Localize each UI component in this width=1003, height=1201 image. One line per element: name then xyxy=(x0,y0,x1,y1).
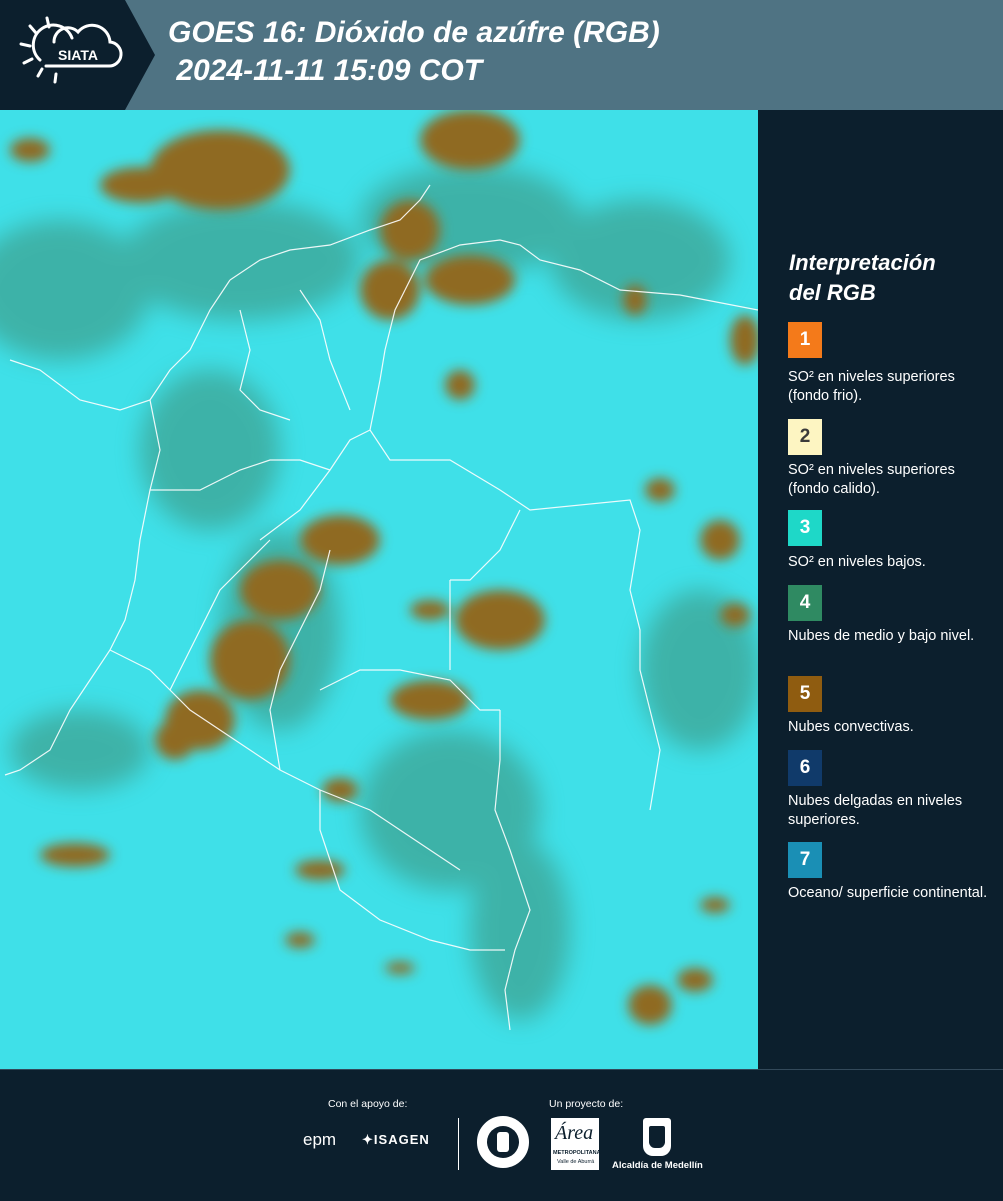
support-label: Con el apoyo de: xyxy=(328,1098,408,1110)
svg-text:SIATA: SIATA xyxy=(58,47,98,63)
medellin-seal-icon xyxy=(477,1116,529,1168)
legend-swatch-3: 3 xyxy=(788,510,822,546)
footer-divider xyxy=(458,1118,459,1170)
legend-swatch-2: 2 xyxy=(788,419,822,455)
legend-description-7: Oceano/ superficie continental. xyxy=(788,885,988,901)
legend-swatch-5: 5 xyxy=(788,676,822,712)
legend-swatch-6: 6 xyxy=(788,750,822,786)
legend-swatch-7: 7 xyxy=(788,842,822,878)
siata-logo: SIATA xyxy=(0,0,155,110)
area-metropolitana-logo: Área METROPOLITANA Valle de Aburrá xyxy=(551,1118,601,1170)
legend-description-5: Nubes convectivas. xyxy=(788,719,914,735)
legend-panel: Interpretación del RGB 1 SO² en niveles s… xyxy=(759,110,1003,1069)
legend-description-6: Nubes delgadas en niveles superiores. xyxy=(788,793,963,828)
area-script-icon: Área xyxy=(555,1122,594,1144)
legend-swatch-1: 1 xyxy=(788,322,822,358)
legend-title: Interpretación del RGB xyxy=(789,250,936,305)
alcaldia-label: Alcaldía de Medellín xyxy=(612,1160,703,1171)
isagen-icon: ✦ xyxy=(362,1132,374,1147)
header-bar: SIATA GOES 16: Dióxido de azúfre (RGB) 2… xyxy=(0,0,1003,110)
title-timestamp: 2024-11-11 15:09 COT xyxy=(168,54,483,87)
sun-cloud-icon: SIATA xyxy=(19,0,155,110)
title-product: GOES 16: Dióxido de azúfre (RGB) xyxy=(168,16,660,49)
legend-description-3: SO² en niveles bajos. xyxy=(788,554,926,570)
alcaldia-shield-icon xyxy=(643,1118,671,1156)
page-title: GOES 16: Dióxido de azúfre (RGB) 2024-11… xyxy=(168,14,660,90)
project-label: Un proyecto de: xyxy=(549,1098,624,1110)
satellite-map xyxy=(0,110,758,1069)
epm-logo: epm xyxy=(303,1130,337,1149)
isagen-logo: ✦ISAGEN xyxy=(362,1132,430,1147)
legend-description-4: Nubes de medio y bajo nivel. xyxy=(788,628,975,644)
footer: Con el apoyo de: Un proyecto de: epm ✦IS… xyxy=(0,1069,1003,1201)
legend-swatch-4: 4 xyxy=(788,585,822,621)
so2-rgb-image xyxy=(0,110,758,1069)
legend-description-1: SO² en niveles superiores (fondo frio). xyxy=(788,369,955,404)
legend-description-2: SO² en niveles superiores (fondo calido)… xyxy=(788,462,955,497)
